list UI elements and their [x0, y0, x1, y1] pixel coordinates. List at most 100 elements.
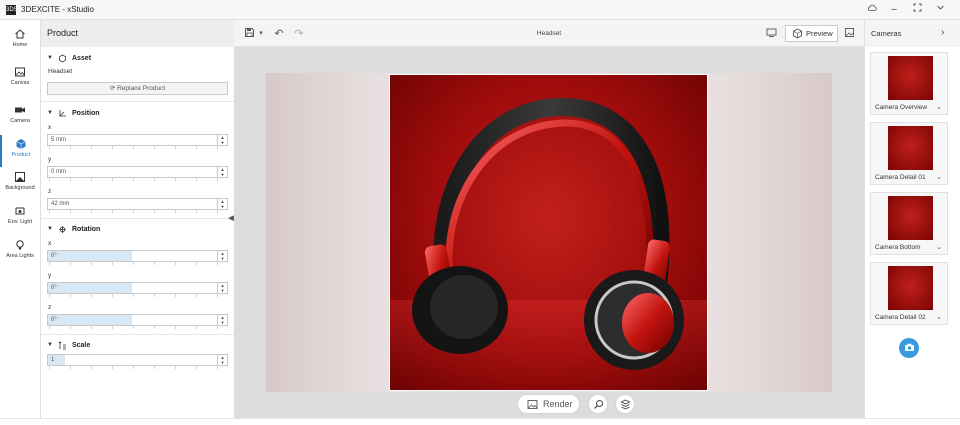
camera-card[interactable]: Camera Detail 01 ⌄: [870, 122, 948, 185]
scale-field[interactable]: 1 ▲ ▼: [47, 354, 228, 366]
chevron-right-icon[interactable]: ›: [941, 27, 944, 38]
divider: [41, 334, 234, 335]
camera-label: Camera Detail 01: [875, 174, 926, 181]
module-iconbar: Home Canvas Camera Product Background En…: [0, 20, 41, 418]
stepper-icon[interactable]: ▲ ▼: [217, 251, 227, 261]
camera-card[interactable]: Camera Bottom ⌄: [870, 192, 948, 255]
position-x-label: x: [48, 124, 52, 131]
render-button[interactable]: Render: [517, 394, 580, 414]
collapse-triangle-icon: ▼: [47, 226, 53, 232]
camera-thumbnail[interactable]: [888, 126, 933, 170]
iconbar-item-home[interactable]: Home: [0, 25, 40, 57]
iconbar-label: Background: [5, 185, 35, 191]
iconbar-item-canvas[interactable]: Canvas: [0, 63, 40, 95]
section-rotation-header[interactable]: ▼ Rotation: [47, 223, 100, 235]
ruler-ticks: [49, 294, 219, 297]
panel-header: Product: [41, 20, 234, 47]
section-scale-header[interactable]: ▼ Scale: [47, 339, 90, 351]
rotation-y-label: y: [48, 272, 52, 279]
divider: [41, 101, 234, 102]
zoom-search-button[interactable]: [588, 394, 608, 414]
main-viewport: ▾ ↶ ↷ Headset Preview Render: [234, 20, 864, 418]
title-bar: 3DS 3DEXCITE - xStudio –: [0, 0, 960, 20]
render-toolbar: Render: [234, 392, 864, 418]
preview-label: Preview: [806, 29, 833, 38]
section-position-header[interactable]: ▼ Position: [47, 107, 100, 119]
position-y-label: y: [48, 156, 52, 163]
rotation-x-field[interactable]: 0° ▲ ▼: [47, 250, 228, 262]
home-icon: [15, 29, 25, 39]
camera-card[interactable]: Camera Detail 02 ⌄: [870, 262, 948, 325]
render-canvas[interactable]: [389, 74, 708, 391]
position-x-field[interactable]: 5 mm ▲ ▼: [47, 134, 228, 146]
cameras-panel: Cameras › Camera Overview ⌄ Camera Detai…: [864, 20, 960, 418]
layers-icon: [619, 399, 631, 410]
camera-icon: [15, 107, 25, 113]
status-strip: [0, 418, 960, 425]
rotation-z-field[interactable]: 0° ▲ ▼: [47, 314, 228, 326]
app-title: 3DEXCITE - xStudio: [21, 5, 94, 14]
minimize-icon[interactable]: –: [887, 3, 901, 17]
stepper-icon[interactable]: ▲ ▼: [217, 135, 227, 145]
render-image-icon: [527, 400, 538, 409]
camera-card[interactable]: Camera Overview ⌄: [870, 52, 948, 115]
iconbar-label: Area Lights: [6, 253, 34, 259]
ruler-ticks: [49, 210, 219, 213]
divider: [41, 218, 234, 219]
iconbar-item-camera[interactable]: Camera: [0, 101, 40, 133]
slider-fill: [48, 315, 132, 325]
preview-button[interactable]: Preview: [785, 25, 838, 42]
section-asset-header[interactable]: ▼ Asset: [47, 52, 91, 64]
headset-illustration: [412, 97, 684, 370]
canvas-icon: [15, 67, 25, 77]
rotation-y-value: 0°: [51, 285, 57, 291]
camera-label: Camera Bottom: [875, 244, 921, 251]
chevron-down-icon[interactable]: ⌄: [936, 103, 942, 111]
position-y-field[interactable]: 0 mm ▲ ▼: [47, 166, 228, 178]
fullscreen-icon[interactable]: [910, 3, 924, 17]
replace-product-button[interactable]: ⟳ Replace Product: [47, 82, 228, 95]
position-z-value: 42 mm: [51, 201, 70, 207]
snapshot-icon[interactable]: [842, 27, 856, 41]
ruler-ticks: [49, 262, 219, 265]
camera-thumbnail[interactable]: [888, 196, 933, 240]
iconbar-item-background[interactable]: Background: [0, 168, 40, 200]
zoom-icon: [593, 400, 603, 409]
add-camera-button[interactable]: [899, 338, 919, 358]
rotation-y-field[interactable]: 0° ▲ ▼: [47, 282, 228, 294]
cloud-icon[interactable]: [865, 3, 879, 17]
stepper-icon[interactable]: ▲ ▼: [217, 283, 227, 293]
chevron-down-icon[interactable]: [933, 3, 947, 17]
asset-icon: [59, 54, 66, 62]
cameras-header: Cameras ›: [865, 20, 960, 47]
chevron-down-icon[interactable]: ⌄: [936, 173, 942, 181]
stepper-icon[interactable]: ▲ ▼: [217, 315, 227, 325]
stepper-icon[interactable]: ▲ ▼: [217, 167, 227, 177]
iconbar-item-env-light[interactable]: Env. Light: [0, 202, 40, 234]
viewport-toolbar: ▾ ↶ ↷ Headset Preview: [234, 20, 864, 47]
iconbar-label: Home: [12, 42, 28, 48]
panel-title: Product: [47, 28, 79, 38]
stepper-icon[interactable]: ▲ ▼: [217, 355, 227, 365]
iconbar-item-area-lights[interactable]: Area Lights: [0, 236, 40, 268]
chevron-down-icon[interactable]: ⌄: [936, 313, 942, 321]
camera-thumbnail[interactable]: [888, 56, 933, 100]
iconbar-item-product[interactable]: Product: [0, 135, 40, 167]
position-z-field[interactable]: 42 mm ▲ ▼: [47, 198, 228, 210]
position-x-value: 5 mm: [51, 137, 66, 143]
rotation-x-label: x: [48, 240, 52, 247]
camera-thumbnail[interactable]: [888, 266, 933, 310]
monitor-icon[interactable]: [764, 27, 778, 41]
stepper-icon[interactable]: ▲ ▼: [217, 199, 227, 209]
scene-options-button[interactable]: [615, 394, 635, 414]
chevron-down-icon[interactable]: ⌄: [936, 243, 942, 251]
rotation-x-value: 0°: [51, 253, 57, 259]
background-icon: [15, 172, 25, 182]
product-icon: [16, 139, 26, 149]
rotation-z-value: 0°: [51, 317, 57, 323]
product-panel: Product ▼ Asset Headset ⟳ Replace Produc…: [41, 20, 234, 418]
asset-name: Headset: [48, 68, 73, 75]
scale-icon: [58, 340, 66, 349]
section-asset-title: Asset: [71, 54, 92, 62]
position-y-value: 0 mm: [51, 169, 66, 175]
